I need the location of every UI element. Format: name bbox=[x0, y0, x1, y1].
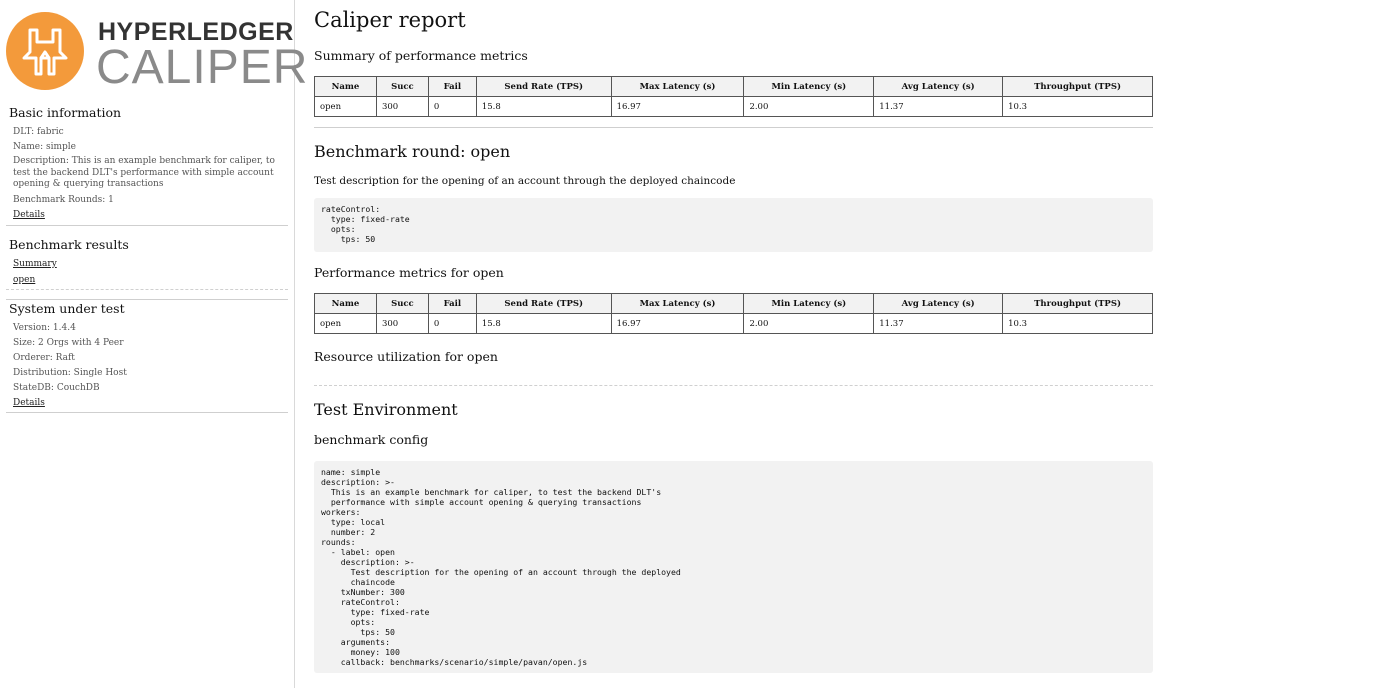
column-header: Min Latency (s) bbox=[743, 76, 875, 97]
benchmark-rounds-info: Benchmark Rounds: 1 bbox=[13, 194, 114, 205]
rate-control-code: rateControl: type: fixed-rate opts: tps:… bbox=[314, 198, 1153, 252]
summary-heading: Summary of performance metrics bbox=[314, 48, 528, 63]
table-cell: open bbox=[314, 313, 377, 334]
table-cell: 2.00 bbox=[743, 96, 875, 117]
table-cell: 2.00 bbox=[743, 313, 875, 334]
table-cell: 10.3 bbox=[1002, 313, 1153, 334]
benchmark-config-code: name: simple description: >- This is an … bbox=[314, 461, 1153, 673]
table-cell: 15.8 bbox=[475, 96, 612, 117]
basic-details-link[interactable]: Details bbox=[13, 209, 288, 221]
table-cell: 11.37 bbox=[873, 96, 1004, 117]
column-header: Throughput (TPS) bbox=[1002, 293, 1153, 314]
table-cell: 300 bbox=[375, 313, 429, 334]
test-environment-heading: Test Environment bbox=[314, 400, 458, 419]
column-header: Send Rate (TPS) bbox=[475, 293, 612, 314]
table-header-row: Name Succ Fail Send Rate (TPS) Max Laten… bbox=[314, 293, 1153, 314]
summary-metrics-table: Name Succ Fail Send Rate (TPS) Max Laten… bbox=[314, 76, 1153, 117]
statedb-info: StateDB: CouchDB bbox=[13, 383, 100, 393]
round-open-link[interactable]: open bbox=[13, 274, 288, 286]
column-header: Min Latency (s) bbox=[743, 293, 875, 314]
round-heading: Benchmark round: open bbox=[314, 142, 511, 161]
sut-details-link[interactable]: Details bbox=[13, 397, 288, 409]
column-header: Succ bbox=[375, 293, 429, 314]
table-cell: 16.97 bbox=[610, 96, 745, 117]
table-cell: 16.97 bbox=[610, 313, 745, 334]
table-row: open 300 0 15.8 16.97 2.00 11.37 10.3 bbox=[314, 96, 1153, 117]
table-header-row: Name Succ Fail Send Rate (TPS) Max Laten… bbox=[314, 76, 1153, 97]
column-header: Fail bbox=[427, 76, 477, 97]
column-header: Avg Latency (s) bbox=[873, 76, 1004, 97]
round-metrics-table: Name Succ Fail Send Rate (TPS) Max Laten… bbox=[314, 293, 1153, 334]
benchmark-results-section: Benchmark results Summary bbox=[9, 237, 288, 270]
dlt-info: DLT: fabric bbox=[13, 127, 64, 137]
round-links: open bbox=[9, 274, 288, 286]
section-divider-dashed bbox=[314, 385, 1153, 386]
version-info: Version: 1.4.4 bbox=[13, 323, 76, 333]
logo-text-caliper: CALIPER bbox=[96, 41, 309, 94]
column-header: Avg Latency (s) bbox=[873, 293, 1004, 314]
table-cell: 0 bbox=[427, 96, 477, 117]
table-cell: 10.3 bbox=[1002, 96, 1153, 117]
resource-heading: Resource utilization for open bbox=[314, 349, 498, 364]
hyperledger-caliper-logo: HYPERLEDGER CALIPER bbox=[6, 12, 307, 94]
table-cell: 300 bbox=[375, 96, 429, 117]
summary-link[interactable]: Summary bbox=[13, 258, 288, 270]
column-header: Throughput (TPS) bbox=[1002, 76, 1153, 97]
table-cell: 15.8 bbox=[475, 313, 612, 334]
system-under-test-heading: System under test bbox=[9, 301, 125, 316]
caliper-logo-icon bbox=[6, 12, 84, 90]
column-header: Max Latency (s) bbox=[610, 76, 745, 97]
orderer-info: Orderer: Raft bbox=[13, 353, 75, 363]
column-header: Fail bbox=[427, 293, 477, 314]
round-description: Test description for the opening of an a… bbox=[314, 175, 736, 187]
sidebar-divider bbox=[6, 299, 288, 300]
column-header: Succ bbox=[375, 76, 429, 97]
column-header: Send Rate (TPS) bbox=[475, 76, 612, 97]
name-info: Name: simple bbox=[13, 142, 76, 152]
section-divider bbox=[314, 127, 1153, 128]
column-header: Name bbox=[314, 293, 377, 314]
benchmark-results-heading: Benchmark results bbox=[9, 237, 129, 252]
sidebar: HYPERLEDGER CALIPER Basic information DL… bbox=[0, 0, 307, 688]
distribution-info: Distribution: Single Host bbox=[13, 368, 127, 378]
column-header: Max Latency (s) bbox=[610, 293, 745, 314]
table-cell: 11.37 bbox=[873, 313, 1004, 334]
size-info: Size: 2 Orgs with 4 Peer bbox=[13, 338, 124, 348]
system-under-test-section: System under test Version: 1.4.4 Size: 2… bbox=[9, 301, 288, 409]
basic-info-heading: Basic information bbox=[9, 105, 122, 120]
table-row: open 300 0 15.8 16.97 2.00 11.37 10.3 bbox=[314, 313, 1153, 334]
page-title: Caliper report bbox=[314, 8, 466, 32]
sidebar-divider-dashed bbox=[6, 289, 288, 290]
sidebar-divider bbox=[6, 412, 288, 413]
benchmark-config-heading: benchmark config bbox=[314, 432, 429, 447]
description-info: Description: This is an example benchmar… bbox=[13, 156, 275, 189]
performance-heading: Performance metrics for open bbox=[314, 265, 504, 280]
column-header: Name bbox=[314, 76, 377, 97]
sidebar-divider bbox=[6, 225, 288, 226]
table-cell: open bbox=[314, 96, 377, 117]
basic-info-section: Basic information DLT: fabric Name: simp… bbox=[9, 105, 288, 221]
table-cell: 0 bbox=[427, 313, 477, 334]
